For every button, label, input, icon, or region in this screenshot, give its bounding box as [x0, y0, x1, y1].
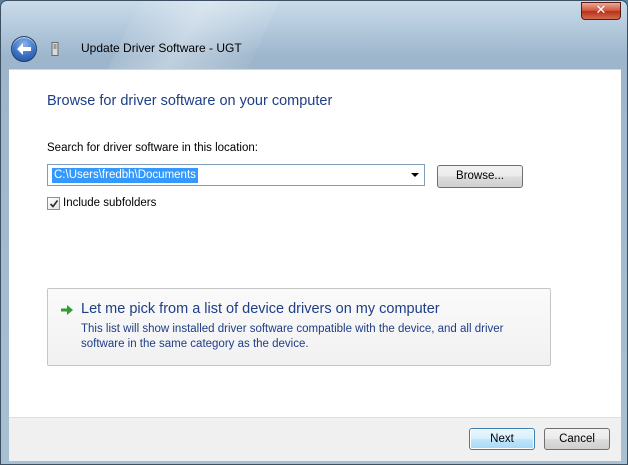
device-icon [51, 42, 59, 56]
chevron-down-icon[interactable] [407, 166, 423, 184]
next-button[interactable]: Next [469, 428, 535, 450]
search-location-value[interactable]: C:\Users\fredbh\Documents [52, 168, 198, 183]
close-icon: ✕ [595, 3, 607, 18]
green-arrow-icon [61, 305, 73, 315]
checkmark-icon [49, 200, 59, 208]
cancel-button[interactable]: Cancel [544, 428, 610, 450]
back-arrow-icon [17, 43, 31, 55]
back-button[interactable] [11, 36, 37, 62]
pick-from-list-link[interactable]: Let me pick from a list of device driver… [47, 288, 551, 366]
close-button[interactable]: ✕ [581, 2, 621, 20]
search-location-combobox[interactable]: C:\Users\fredbh\Documents [47, 164, 425, 186]
content-panel: Browse for driver software on your compu… [9, 69, 621, 417]
page-title: Browse for driver software on your compu… [47, 93, 333, 109]
pick-from-list-title[interactable]: Let me pick from a list of device driver… [81, 301, 440, 317]
include-subfolders-checkbox[interactable] [47, 197, 60, 210]
title-bar: Update Driver Software - UGT [7, 29, 621, 69]
search-location-label: Search for driver software in this locat… [47, 142, 258, 154]
window-title: Update Driver Software - UGT [81, 41, 242, 55]
pick-from-list-description: This list will show installed driver sof… [81, 323, 504, 350]
include-subfolders-label[interactable]: Include subfolders [63, 197, 156, 209]
button-bar: Next Cancel [9, 417, 621, 461]
browse-button[interactable]: Browse... [437, 165, 523, 188]
dialog-window: ✕ Update Driver Software - UGT Browse fo… [0, 0, 628, 465]
